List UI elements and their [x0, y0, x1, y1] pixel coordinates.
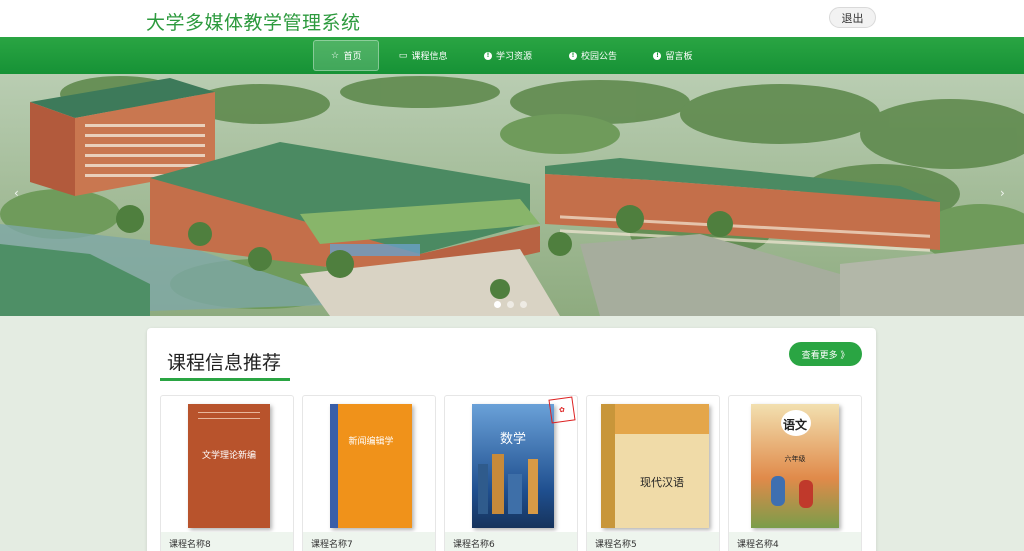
- top-header: 大学多媒体教学管理系统 退出: [0, 0, 1024, 37]
- course-card[interactable]: 数学 ✿ 课程名称6: [444, 395, 578, 551]
- nav-item-home[interactable]: ☆ 首页: [313, 40, 379, 71]
- course-card[interactable]: 文学理论新编 课程名称8: [160, 395, 294, 551]
- course-name: 课程名称7: [303, 532, 435, 551]
- course-recommend-panel: 课程信息推荐 查看更多 》 文学理论新编 课程名称8 新闻编辑学 课程名称7 数…: [147, 328, 876, 551]
- cover-title: 语文: [782, 418, 807, 432]
- course-cover-image: 语文 六年级: [751, 404, 839, 528]
- document-icon: ▭: [398, 50, 408, 61]
- carousel-indicators: [494, 301, 527, 308]
- course-card[interactable]: 新闻编辑学 课程名称7: [302, 395, 436, 551]
- main-nav: ☆ 首页 ▭ 课程信息 ! 学习资源 ! 校园公告 ! 留言板: [0, 37, 1024, 74]
- course-card[interactable]: 语文 六年级 课程名称4: [728, 395, 862, 551]
- campus-banner-image: [0, 74, 1024, 316]
- chevron-right-icon[interactable]: ›: [1000, 186, 1005, 200]
- section-title: 课程信息推荐: [167, 352, 282, 374]
- view-more-button[interactable]: 查看更多 》: [789, 342, 862, 366]
- course-cover-image: 文学理论新编: [188, 404, 270, 528]
- seal-stamp-icon: ✿: [548, 396, 576, 424]
- banner-carousel[interactable]: ‹ ›: [0, 74, 1024, 316]
- nav-item-resources[interactable]: ! 学习资源: [478, 40, 538, 71]
- info-circle-icon: !: [483, 51, 492, 60]
- cover-title: 新闻编辑学: [348, 437, 394, 447]
- course-card[interactable]: 现代汉语 课程名称5: [586, 395, 720, 551]
- nav-item-label: 校园公告: [580, 52, 617, 62]
- nav-item-announcements[interactable]: ! 校园公告: [563, 40, 623, 71]
- carousel-dot[interactable]: [507, 301, 514, 308]
- carousel-dot[interactable]: [520, 301, 527, 308]
- nav-item-courses[interactable]: ▭ 课程信息: [393, 40, 453, 71]
- course-name: 课程名称6: [445, 532, 577, 551]
- logout-button[interactable]: 退出: [829, 7, 876, 28]
- course-name: 课程名称8: [161, 532, 293, 551]
- course-cover-image: 新闻编辑学: [330, 404, 412, 528]
- nav-item-label: 首页: [343, 52, 362, 62]
- course-name: 课程名称4: [729, 532, 861, 551]
- nav-item-label: 留言板: [665, 52, 693, 62]
- chevron-left-icon[interactable]: ‹: [14, 186, 19, 200]
- course-cover-image: 数学: [472, 404, 554, 528]
- carousel-dot[interactable]: [494, 301, 501, 308]
- course-name: 课程名称5: [587, 532, 719, 551]
- site-title: 大学多媒体教学管理系统: [146, 12, 361, 34]
- section-underline: [160, 378, 290, 381]
- nav-item-label: 学习资源: [495, 52, 532, 62]
- info-circle-icon: !: [653, 51, 662, 60]
- cover-title: 数学: [499, 432, 526, 447]
- star-icon: ☆: [330, 50, 340, 61]
- cover-subtitle: 六年级: [784, 455, 806, 463]
- course-cover-image: 现代汉语: [601, 404, 709, 528]
- nav-item-label: 课程信息: [411, 52, 448, 62]
- nav-item-messages[interactable]: ! 留言板: [648, 40, 698, 71]
- cover-title: 文学理论新编: [201, 451, 256, 461]
- cover-title: 现代汉语: [640, 476, 684, 489]
- info-circle-icon: !: [568, 51, 577, 60]
